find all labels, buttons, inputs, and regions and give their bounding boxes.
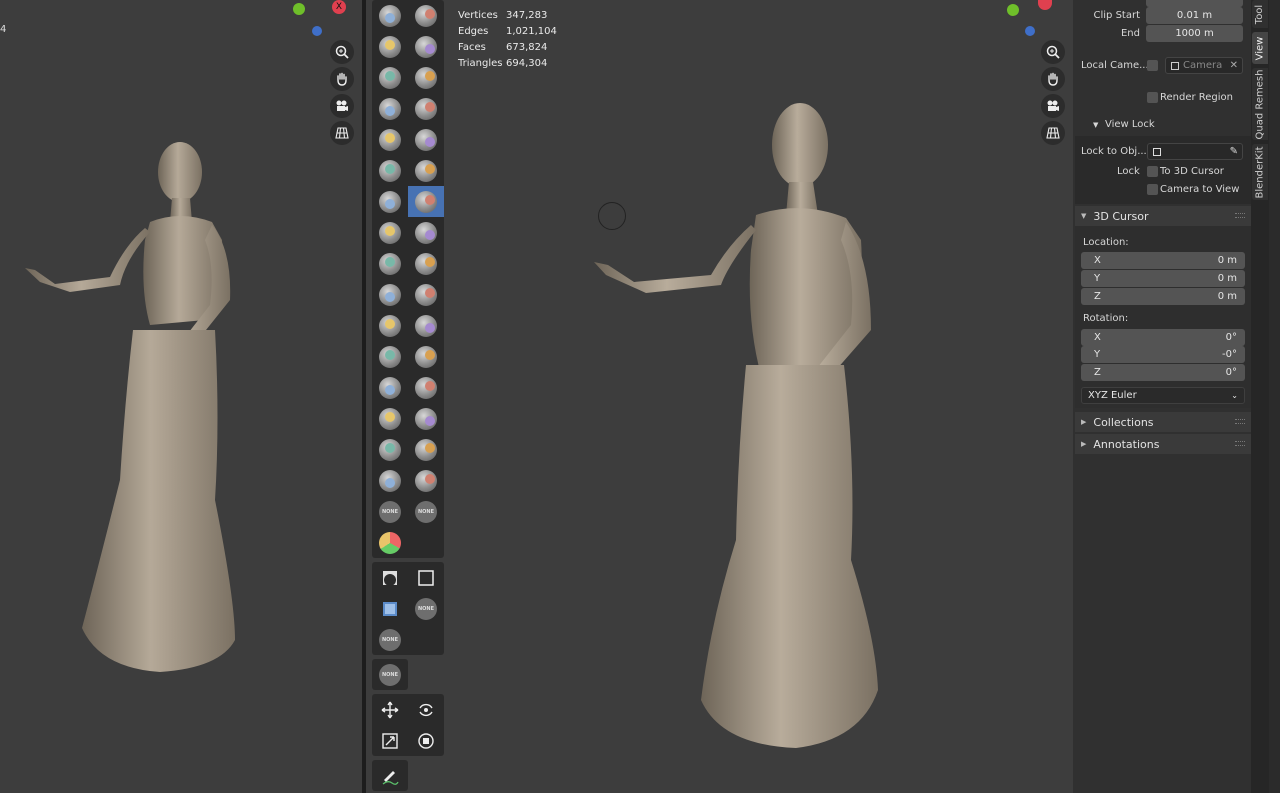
3d-cursor-panel-header[interactable]: ▼ 3D Cursor	[1075, 206, 1251, 226]
rotation-mode-dropdown[interactable]: XYZ Euler ⌄	[1081, 387, 1245, 404]
clip-end-field[interactable]: 1000 m	[1146, 25, 1243, 42]
local-camera-checkbox[interactable]	[1147, 60, 1158, 71]
location-y-field[interactable]: Y 0 m	[1081, 270, 1245, 287]
sidebar-tabs: Tool View Quad Remesh BlenderKit	[1251, 0, 1269, 793]
view-properties-panel: Clip Start 0.01 m End 1000 m Local Came.…	[1073, 0, 1251, 793]
to-3d-cursor-checkbox[interactable]	[1147, 166, 1158, 177]
drag-handle-icon[interactable]	[1235, 441, 1245, 446]
top-clipped-field[interactable]	[1146, 0, 1243, 7]
camera-to-view-checkbox[interactable]	[1147, 184, 1158, 195]
rotation-z-field[interactable]: Z 0°	[1081, 364, 1245, 381]
chevron-down-icon: ⌄	[1231, 391, 1238, 400]
local-camera-label: Local Came...	[1081, 60, 1149, 71]
sculpt-figure-right	[594, 103, 878, 748]
tab-view[interactable]: View	[1252, 32, 1268, 64]
adjacent-editor-strip	[1269, 0, 1280, 793]
collapsed-triangle-icon: ▶	[1081, 440, 1087, 448]
eyedropper-icon[interactable]: ✎	[1230, 146, 1238, 157]
right-viewport[interactable]: NONE NONE NONE NONE NONE Vertices 347,283 …	[366, 0, 1073, 793]
camera-icon	[1171, 61, 1179, 70]
expand-triangle-icon: ▼	[1093, 121, 1099, 129]
clip-start-field[interactable]: 0.01 m	[1146, 7, 1243, 24]
collapsed-triangle-icon: ▶	[1081, 418, 1087, 426]
object-icon	[1153, 147, 1161, 156]
left-viewport[interactable]: 4 X	[0, 0, 362, 793]
clip-start-label: Clip Start	[1093, 10, 1141, 21]
tab-quad-remesh[interactable]: Quad Remesh	[1252, 68, 1268, 140]
clip-end-label: End	[1120, 28, 1140, 39]
lock-object-field[interactable]: ✎	[1147, 143, 1243, 160]
drag-handle-icon[interactable]	[1235, 419, 1245, 424]
sculpt-figure-left	[25, 142, 235, 672]
clear-icon[interactable]: ✕	[1230, 60, 1238, 71]
location-x-field[interactable]: X 0 m	[1081, 252, 1245, 269]
tab-blenderkit[interactable]: BlenderKit	[1252, 144, 1268, 200]
rotation-y-field[interactable]: Y -0°	[1081, 346, 1245, 363]
camera-object-field[interactable]: Camera ✕	[1165, 57, 1243, 74]
expand-triangle-icon: ▼	[1081, 212, 1087, 220]
rotation-x-field[interactable]: X 0°	[1081, 329, 1245, 346]
render-region-checkbox[interactable]	[1147, 92, 1158, 103]
annotations-panel-header[interactable]: ▶ Annotations	[1075, 434, 1251, 454]
drag-handle-icon[interactable]	[1235, 213, 1245, 218]
location-z-field[interactable]: Z 0 m	[1081, 288, 1245, 305]
tab-tool[interactable]: Tool	[1252, 0, 1268, 28]
collections-panel-header[interactable]: ▶ Collections	[1075, 412, 1251, 432]
